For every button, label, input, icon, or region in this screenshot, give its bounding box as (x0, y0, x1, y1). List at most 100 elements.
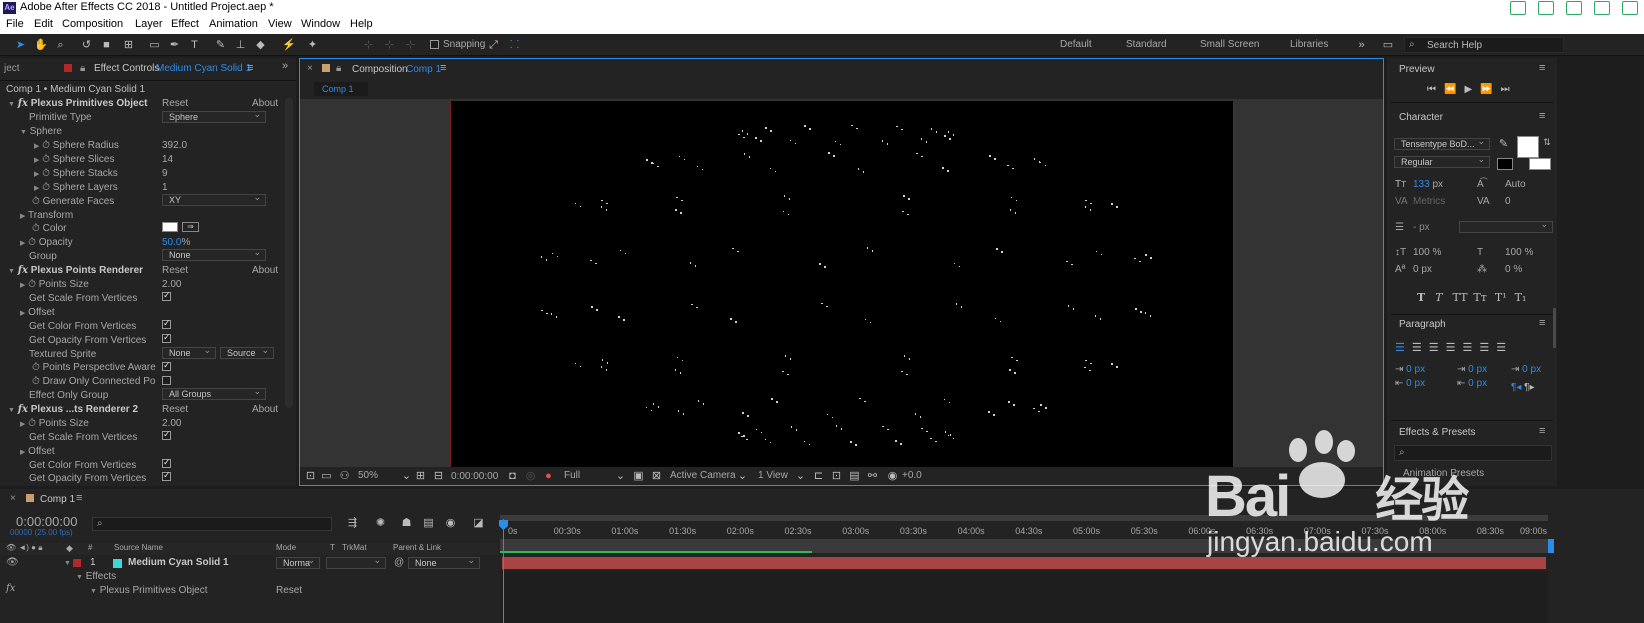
current-time-indicator[interactable] (503, 519, 504, 623)
axis-local-icon[interactable]: ⊹ (362, 39, 375, 51)
playhead-handle[interactable] (499, 520, 508, 530)
kerning-value[interactable]: Metrics (1413, 196, 1445, 207)
frame-blending-icon[interactable]: ▤ (422, 517, 435, 529)
comp-viewer-canvas[interactable] (450, 101, 1234, 467)
brush-tool-icon[interactable]: ✎ (214, 39, 227, 51)
panel-menu-icon[interactable]: ≡ (247, 62, 253, 74)
horizontal-scale-value[interactable]: 100 % (1505, 247, 1533, 258)
menu-effect[interactable]: Effect (171, 18, 199, 30)
menu-layer[interactable]: Layer (135, 18, 163, 30)
stroke-style-dropdown[interactable] (1459, 219, 1553, 233)
effect-row-primitives[interactable]: ▼ Plexus Primitives Object (90, 585, 208, 596)
pickwhip-icon[interactable]: @ (394, 557, 404, 568)
resolution-dropdown[interactable]: Full (564, 470, 580, 481)
effect-controls-tab[interactable]: Effect Controls (94, 63, 159, 74)
menu-window[interactable]: Window (301, 18, 340, 30)
justify-center-icon[interactable]: ☰ (1463, 342, 1480, 354)
get-color-checkbox[interactable] (162, 318, 171, 329)
reset-link[interactable]: Reset (162, 98, 188, 109)
layer-name[interactable]: Medium Cyan Solid 1 (128, 557, 229, 568)
indent-first[interactable]: ⇥ 0 px (1457, 364, 1487, 375)
color-swatch[interactable] (162, 222, 178, 232)
chevron-down-icon[interactable]: ⌄ (400, 470, 413, 482)
about-link[interactable]: About (252, 265, 278, 276)
eyedropper-icon[interactable]: ✎ (1497, 138, 1510, 150)
sphere-stacks-value[interactable]: 9 (162, 168, 168, 179)
camera-tool-icon[interactable]: ■ (100, 39, 113, 51)
play-icon[interactable]: ▶ (1464, 84, 1480, 95)
group-sphere[interactable]: ▼ Sphere (20, 126, 62, 137)
pan-behind-tool-icon[interactable]: ⊞ (122, 39, 135, 51)
panel-menu-icon[interactable]: ≡ (1539, 425, 1545, 437)
bookmark-icon[interactable] (1510, 1, 1526, 15)
indent-right[interactable]: ⇤ 0 px (1395, 378, 1425, 389)
timeline-timecode[interactable]: 0:00:00:00 (16, 514, 77, 529)
prop-color[interactable]: ⏱ Color (32, 223, 67, 234)
panel-menu-icon[interactable]: ≡ (1539, 317, 1545, 329)
color-channels-icon[interactable]: ● (542, 470, 555, 482)
toggle-pixel-aspect-icon[interactable]: ⊏ (812, 470, 825, 482)
shy-layers-icon[interactable]: ☗ (400, 517, 413, 529)
points-size-2-value[interactable]: 2.00 (162, 418, 181, 429)
snap-options-icon[interactable]: ⤢ (487, 39, 500, 51)
keyframe-area[interactable] (500, 571, 1548, 623)
puppet-tool-icon[interactable]: ✦ (306, 39, 319, 51)
axis-view-icon[interactable]: ⊹ (404, 39, 417, 51)
get-opacity-checkbox[interactable] (162, 332, 171, 343)
sphere-slices-value[interactable]: 14 (162, 154, 173, 165)
eraser-tool-icon[interactable]: ◆ (254, 39, 267, 51)
font-style-dropdown[interactable]: Regular (1394, 154, 1490, 168)
effect-controls-layer[interactable]: Medium Cyan Solid 1 (156, 63, 251, 74)
comp-flowchart-icon[interactable]: ⇶ (346, 517, 359, 529)
ltr-direction-icon[interactable]: ¶◂ ¶▸ (1511, 382, 1535, 393)
stroke-width-value[interactable]: - px (1413, 222, 1430, 233)
stopwatch-icon[interactable]: ⏱ (32, 223, 40, 234)
timeline-icon[interactable]: ▤ (848, 470, 861, 482)
workspace-small-screen[interactable]: Small Screen (1200, 39, 1259, 50)
stopwatch-icon[interactable]: ⏱ (32, 196, 40, 207)
primitive-type-dropdown[interactable]: Sphere (162, 109, 266, 123)
timeline-tab[interactable]: Comp 1 (40, 494, 75, 505)
all-caps-icon[interactable]: TT (1453, 291, 1468, 304)
col-source-name[interactable]: Source Name (114, 543, 163, 552)
stopwatch-icon[interactable]: ⏱ (42, 182, 50, 193)
lock-icon[interactable]: 🔒︎ (80, 63, 85, 74)
tracking-value[interactable]: 0 (1505, 196, 1511, 207)
expand-layer-icon[interactable]: ▼ (64, 557, 71, 568)
sphere-radius-value[interactable]: 392.0 (162, 140, 187, 151)
group-offset[interactable]: ▶ Offset (20, 307, 55, 318)
next-frame-icon[interactable]: ⏩ (1480, 84, 1500, 95)
workspace-standard[interactable]: Standard (1126, 39, 1167, 50)
expand-panels-icon[interactable]: » (282, 60, 288, 72)
comp-navigator-tab[interactable]: Comp 1 (314, 82, 368, 96)
stopwatch-icon[interactable]: ⏱ (32, 376, 40, 387)
font-size-value[interactable]: 133 px (1413, 179, 1443, 190)
menu-animation[interactable]: Animation (209, 18, 258, 30)
stopwatch-icon[interactable]: ⏱ (28, 418, 36, 429)
leading-value[interactable]: Auto (1505, 179, 1526, 190)
monitor-icon[interactable]: ▭ (320, 470, 333, 482)
superscript-icon[interactable]: T¹ (1495, 291, 1507, 304)
about-link[interactable]: About (252, 98, 278, 109)
axis-world-icon[interactable]: ⊹ (383, 39, 396, 51)
sphere-layers-value[interactable]: 1 (162, 182, 168, 193)
stopwatch-icon[interactable]: ⏱ (32, 362, 40, 373)
group-dropdown[interactable]: None (162, 247, 266, 261)
fit-icon[interactable]: ⊞ (414, 470, 427, 482)
group-transform[interactable]: ▶ Transform (20, 210, 73, 221)
effect-only-group-dropdown[interactable]: All Groups (162, 386, 266, 400)
rtl-direction-icon[interactable]: ¶▸ (1524, 382, 1534, 393)
save-icon[interactable] (1566, 1, 1582, 15)
type-tool-icon[interactable]: T (188, 39, 201, 51)
generate-faces-dropdown[interactable]: XY (162, 192, 266, 206)
expand-icon[interactable] (1538, 1, 1554, 15)
prop-sphere-slices[interactable]: ▶ ⏱ Sphere Slices (34, 154, 114, 165)
always-preview-icon[interactable]: ⊡ (304, 470, 317, 482)
close-icon[interactable]: × (10, 493, 16, 504)
prev-frame-icon[interactable]: ⏪ (1444, 84, 1464, 95)
sync-settings-icon[interactable]: ▭ (1380, 39, 1396, 51)
faux-bold-icon[interactable]: T (1417, 291, 1425, 304)
prop-sphere-radius[interactable]: ▶ ⏱ Sphere Radius (34, 140, 119, 151)
stroke-color-swatch[interactable] (1497, 158, 1513, 170)
justify-all-icon[interactable]: ☰ (1496, 342, 1513, 354)
